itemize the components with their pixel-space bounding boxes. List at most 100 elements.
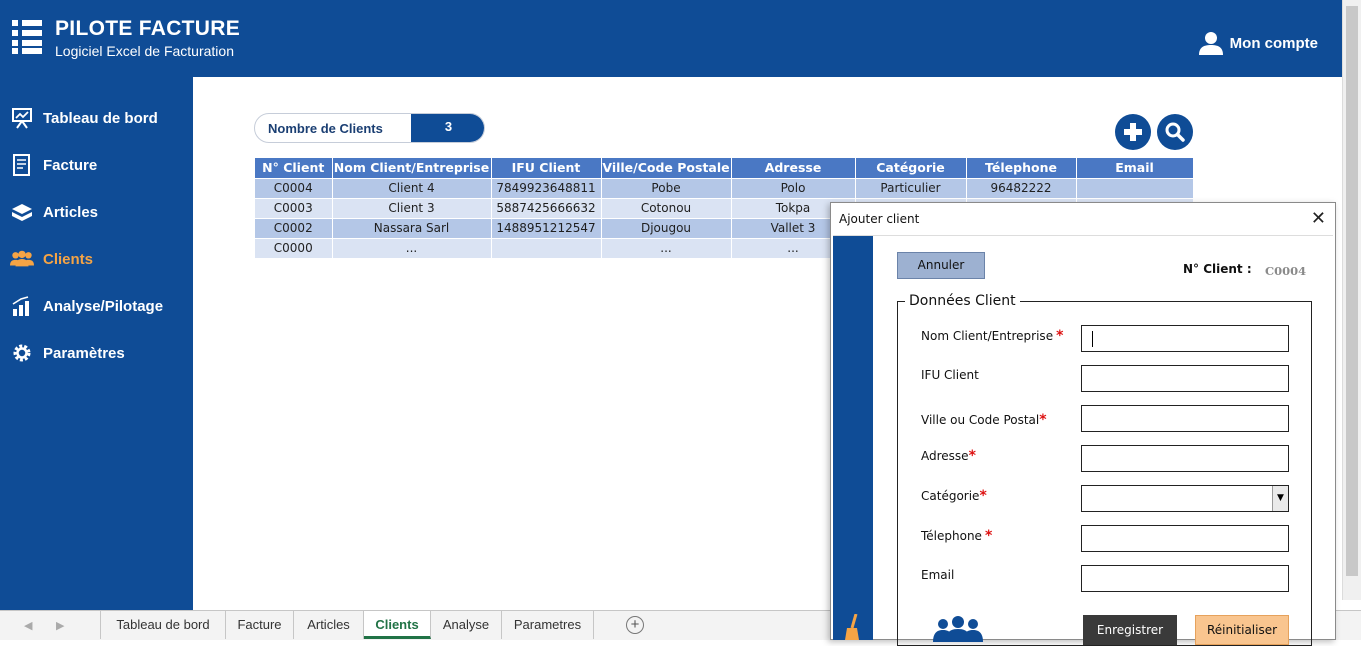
sidebar-item-label: Tableau de bord (43, 109, 158, 127)
table-cell[interactable]: ... (601, 237, 732, 258)
table-cell[interactable]: ... (332, 237, 492, 258)
sidebar-item-articles[interactable]: Articles (10, 198, 98, 226)
table-cell[interactable]: Cotonou (601, 197, 732, 218)
list-menu-icon (12, 20, 42, 54)
table-row[interactable]: C0004 Client 4 7849923648811 Pobe Polo P… (255, 177, 1194, 198)
column-header[interactable]: Email (1076, 158, 1194, 178)
nom-client-input[interactable] (1081, 325, 1289, 352)
ifu-client-input[interactable] (1081, 365, 1289, 392)
table-cell[interactable]: Polo (731, 177, 856, 198)
table-cell[interactable]: Client 3 (332, 197, 492, 218)
client-count-summary: Nombre de Clients 3 (254, 113, 485, 143)
table-cell[interactable]: 5887425666632 (491, 197, 602, 218)
add-sheet-icon[interactable]: + (626, 616, 644, 634)
table-cell[interactable]: Djougou (601, 217, 732, 238)
boxes-icon (10, 200, 34, 224)
table-cell[interactable]: Nassara Sarl (332, 217, 492, 238)
table-cell[interactable]: C0003 (255, 197, 333, 218)
client-number-label: N° Client : (1183, 262, 1252, 276)
app-title: PILOTE FACTURE (55, 17, 241, 40)
invoice-icon (10, 153, 34, 177)
email-input[interactable] (1081, 565, 1289, 592)
sidebar-item-label: Articles (43, 203, 99, 221)
prev-sheet-icon[interactable]: ◀ (24, 619, 32, 632)
field-label-ville: Ville ou Code Postal* (921, 412, 1047, 428)
sheet-tab-analyse[interactable]: Analyse (431, 611, 502, 639)
ville-input[interactable] (1081, 405, 1289, 432)
column-header[interactable]: Ville/Code Postale (601, 158, 732, 178)
gear-icon (10, 341, 34, 365)
sidebar-item-facture[interactable]: Facture (10, 151, 97, 179)
table-header-row: N° Client Nom Client/Entreprise IFU Clie… (255, 158, 1194, 178)
column-header[interactable]: Adresse (731, 158, 856, 178)
vertical-scrollbar[interactable] (1342, 0, 1361, 600)
chevron-down-icon[interactable]: ▼ (1272, 486, 1288, 511)
column-header[interactable]: Télephone (966, 158, 1077, 178)
broom-icon (845, 614, 859, 640)
table-cell[interactable]: 7849923648811 (491, 177, 602, 198)
table-cell[interactable]: Particulier (855, 177, 967, 198)
cancel-button[interactable]: Annuler (897, 252, 985, 279)
sidebar-item-clients[interactable]: Clients (10, 245, 93, 273)
categorie-select[interactable]: ▼ (1081, 485, 1289, 512)
sidebar-item-tableau-de-bord[interactable]: Tableau de bord (10, 104, 158, 132)
sidebar-item-label: Paramètres (43, 344, 125, 362)
table-cell[interactable]: Client 4 (332, 177, 492, 198)
search-client-button[interactable] (1157, 114, 1193, 150)
add-client-button[interactable] (1115, 114, 1151, 150)
presentation-chart-icon (10, 106, 34, 130)
column-header[interactable]: Nom Client/Entreprise (332, 158, 492, 178)
field-label-adresse: Adresse* (921, 448, 976, 464)
column-header[interactable]: Catégorie (855, 158, 967, 178)
table-cell[interactable]: C0000 (255, 237, 333, 258)
field-label-email: Email (921, 568, 955, 582)
client-data-group (897, 301, 1312, 646)
app-header: PILOTE FACTURE Logiciel Excel de Factura… (0, 0, 1342, 77)
search-icon (1165, 122, 1185, 142)
account-label: Mon compte (1229, 34, 1318, 52)
sheet-tab-parametres[interactable]: Parametres (502, 611, 594, 639)
close-icon[interactable]: ✕ (1311, 208, 1326, 229)
group-title: Données Client (905, 293, 1020, 309)
table-cell[interactable]: C0004 (255, 177, 333, 198)
group-users-icon (933, 616, 983, 642)
field-label-nom: Nom Client/Entreprise * (921, 328, 1064, 344)
sidebar-item-label: Facture (43, 156, 98, 174)
dialog-titlebar[interactable]: Ajouter client ✕ (831, 203, 1335, 235)
sidebar: Tableau de bord Facture Articles Clients… (0, 77, 193, 610)
add-client-dialog: Ajouter client ✕ Annuler N° Client : C00… (830, 202, 1336, 646)
account-button[interactable]: Mon compte (1198, 30, 1318, 56)
reset-button[interactable]: Réinitialiser (1195, 615, 1289, 645)
column-header[interactable]: IFU Client (491, 158, 602, 178)
client-number-value: C0004 (1265, 264, 1307, 278)
adresse-input[interactable] (1081, 445, 1289, 472)
next-sheet-icon[interactable]: ▶ (56, 619, 64, 632)
save-button[interactable]: Enregistrer (1083, 615, 1177, 645)
dialog-title: Ajouter client (839, 212, 920, 226)
user-icon (1198, 32, 1223, 55)
sheet-tab-articles[interactable]: Articles (294, 611, 364, 639)
dialog-body: Annuler N° Client : C0004 Données Client… (833, 235, 1333, 646)
telephone-input[interactable] (1081, 525, 1289, 552)
sheet-tab-tableau-de-bord[interactable]: Tableau de bord (100, 611, 226, 639)
users-icon (10, 247, 34, 271)
app-subtitle: Logiciel Excel de Facturation (55, 43, 234, 59)
plus-icon (1124, 123, 1142, 141)
dialog-side-strip (833, 236, 873, 640)
sidebar-item-parametres[interactable]: Paramètres (10, 339, 125, 367)
table-cell[interactable]: C0002 (255, 217, 333, 238)
sheet-tab-facture[interactable]: Facture (226, 611, 294, 639)
table-cell[interactable]: 1488951212547 (491, 217, 602, 238)
bar-chart-icon (10, 294, 34, 318)
sidebar-item-label: Analyse/Pilotage (43, 297, 164, 315)
field-label-telephone: Télephone * (921, 528, 993, 544)
table-cell[interactable] (1076, 177, 1194, 198)
column-header[interactable]: N° Client (255, 158, 333, 178)
sheet-tab-clients[interactable]: Clients (364, 611, 431, 639)
field-label-ifu: IFU Client (921, 368, 979, 382)
table-cell[interactable]: Pobe (601, 177, 732, 198)
table-cell[interactable]: 96482222 (966, 177, 1077, 198)
table-cell[interactable] (491, 237, 602, 258)
field-label-categorie: Catégorie* (921, 488, 987, 504)
sidebar-item-analyse-pilotage[interactable]: Analyse/Pilotage (10, 292, 163, 320)
